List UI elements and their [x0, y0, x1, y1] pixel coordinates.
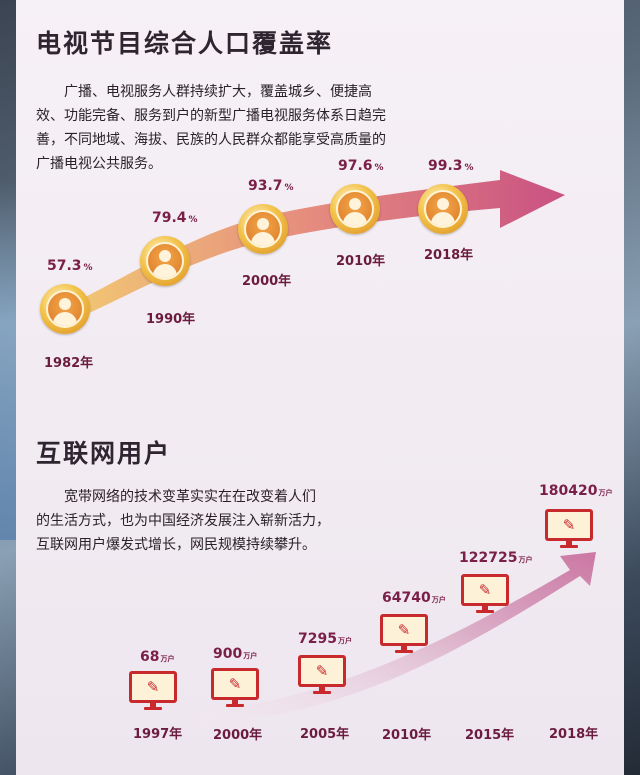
monitor-icon: ✎: [380, 614, 428, 654]
internet-title: 互联网用户: [36, 439, 172, 468]
internet-value-label: 122725万户: [459, 550, 532, 566]
internet-unit: 万户: [431, 596, 446, 604]
coverage-value-label: 99.3%: [428, 158, 474, 174]
coverage-year-label: 2000年: [242, 274, 292, 289]
coverage-value: 99.3: [428, 158, 463, 174]
coverage-title: 电视节目综合人口覆盖率: [36, 29, 334, 58]
coverage-year-label: 2018年: [424, 248, 474, 263]
coverage-value-label: 93.7%: [248, 178, 294, 194]
coverage-paragraph: 广播、电视服务人群持续扩大，覆盖城乡、便捷高 效、功能完备、服务到户的新型广播电…: [36, 80, 386, 176]
monitor-icon: ✎: [211, 668, 259, 708]
internet-paragraph-line: 宽带网络的技术变革实实在在改变着人们: [36, 489, 316, 505]
internet-unit: 万户: [337, 637, 352, 645]
coverage-unit: %: [284, 183, 294, 193]
infographic: 电视节目综合人口覆盖率 广播、电视服务人群持续扩大，覆盖城乡、便捷高 效、功能完…: [0, 0, 640, 775]
monitor-icon: ✎: [545, 509, 593, 549]
coverage-value: 97.6: [338, 158, 373, 174]
coverage-unit: %: [464, 163, 474, 173]
person-icon: [330, 184, 380, 234]
internet-year-label: 2018年: [549, 727, 599, 742]
coverage-value-label: 79.4%: [152, 210, 198, 226]
internet-unit: 万户: [160, 655, 175, 663]
person-icon: [418, 184, 468, 234]
coverage-value: 57.3: [47, 258, 82, 274]
internet-value-label: 900万户: [213, 646, 257, 662]
coverage-value-label: 57.3%: [47, 258, 93, 274]
internet-paragraph-line: 互联网用户爆发式增长，网民规模持续攀升。: [36, 537, 316, 553]
coverage-unit: %: [83, 263, 93, 273]
coverage-value-label: 97.6%: [338, 158, 384, 174]
internet-value-label: 180420万户: [539, 483, 612, 499]
coverage-year-label: 1990年: [146, 312, 196, 327]
internet-year-label: 2005年: [300, 727, 350, 742]
internet-year-label: 1997年: [133, 727, 183, 742]
internet-unit: 万户: [518, 556, 533, 564]
internet-year-label: 2010年: [382, 728, 432, 743]
internet-value-label: 7295万户: [298, 631, 352, 647]
coverage-year-label: 2010年: [336, 254, 386, 269]
coverage-paragraph-line: 效、功能完备、服务到户的新型广播电视服务体系日趋完: [36, 108, 386, 124]
internet-paragraph-line: 的生活方式，也为中国经济发展注入崭新活力，: [36, 513, 330, 529]
coverage-year-label: 1982年: [44, 356, 94, 371]
person-icon: [238, 204, 288, 254]
internet-value-label: 64740万户: [382, 590, 446, 606]
coverage-unit: %: [374, 163, 384, 173]
internet-value: 900: [213, 646, 243, 662]
internet-value: 64740: [382, 590, 431, 606]
coverage-trend-arrow: [60, 170, 565, 322]
internet-value: 122725: [459, 550, 518, 566]
internet-year-label: 2000年: [213, 728, 263, 743]
coverage-paragraph-line: 广播电视公共服务。: [36, 156, 162, 172]
person-icon: [140, 236, 190, 286]
internet-value-label: 68万户: [140, 649, 174, 665]
internet-value: 68: [140, 649, 160, 665]
monitor-icon: ✎: [298, 655, 346, 695]
internet-paragraph: 宽带网络的技术变革实实在在改变着人们 的生活方式，也为中国经济发展注入崭新活力，…: [36, 485, 330, 557]
internet-unit: 万户: [243, 652, 258, 660]
monitor-icon: ✎: [129, 671, 177, 711]
coverage-paragraph-line: 广播、电视服务人群持续扩大，覆盖城乡、便捷高: [36, 84, 372, 100]
coverage-value: 79.4: [152, 210, 187, 226]
person-icon: [40, 284, 90, 334]
internet-unit: 万户: [598, 489, 613, 497]
coverage-value: 93.7: [248, 178, 283, 194]
internet-value: 7295: [298, 631, 337, 647]
internet-value: 180420: [539, 483, 598, 499]
coverage-unit: %: [188, 215, 198, 225]
coverage-paragraph-line: 善，不同地域、海拔、民族的人民群众都能享受高质量的: [36, 132, 386, 148]
internet-year-label: 2015年: [465, 728, 515, 743]
monitor-icon: ✎: [461, 574, 509, 614]
